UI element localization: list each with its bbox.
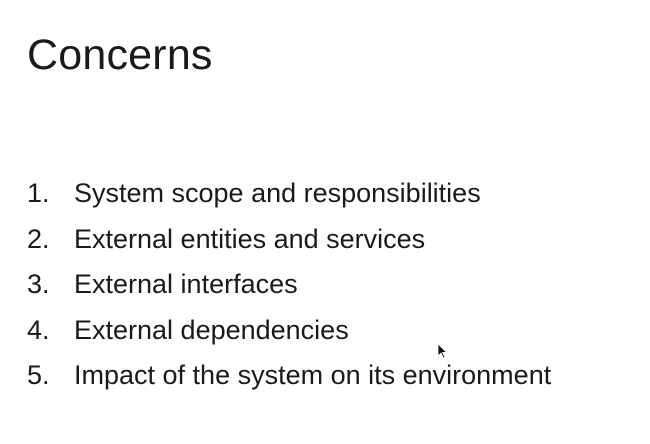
list-item-text: System scope and responsibilities [74,178,481,208]
list-item-number: 1. [27,178,50,208]
mouse-pointer-icon [437,343,447,359]
list-item: 3. External interfaces [27,271,551,317]
list-item-text: Impact of the system on its environment [74,360,552,391]
list-item: 4. External dependencies [27,314,551,363]
list-item: 2. External entities and services [27,223,551,272]
list-item-number: 4. [27,314,50,345]
list-item-text: External dependencies [74,314,349,345]
list-item-number: 2. [27,223,50,254]
list-item-text: External entities and services [74,223,426,254]
list-item-number: 5. [27,360,50,391]
list-item: 5. Impact of the system on its environme… [27,362,551,408]
list-item-text: External interfaces [74,269,298,300]
list-item: 1. System scope and responsibilities [27,180,551,226]
slide-title: Concerns [27,31,213,79]
concerns-list: 1. System scope and responsibilities 2. … [27,180,551,408]
list-item-number: 3. [27,269,50,300]
slide: Concerns 1. System scope and responsibil… [0,0,650,444]
